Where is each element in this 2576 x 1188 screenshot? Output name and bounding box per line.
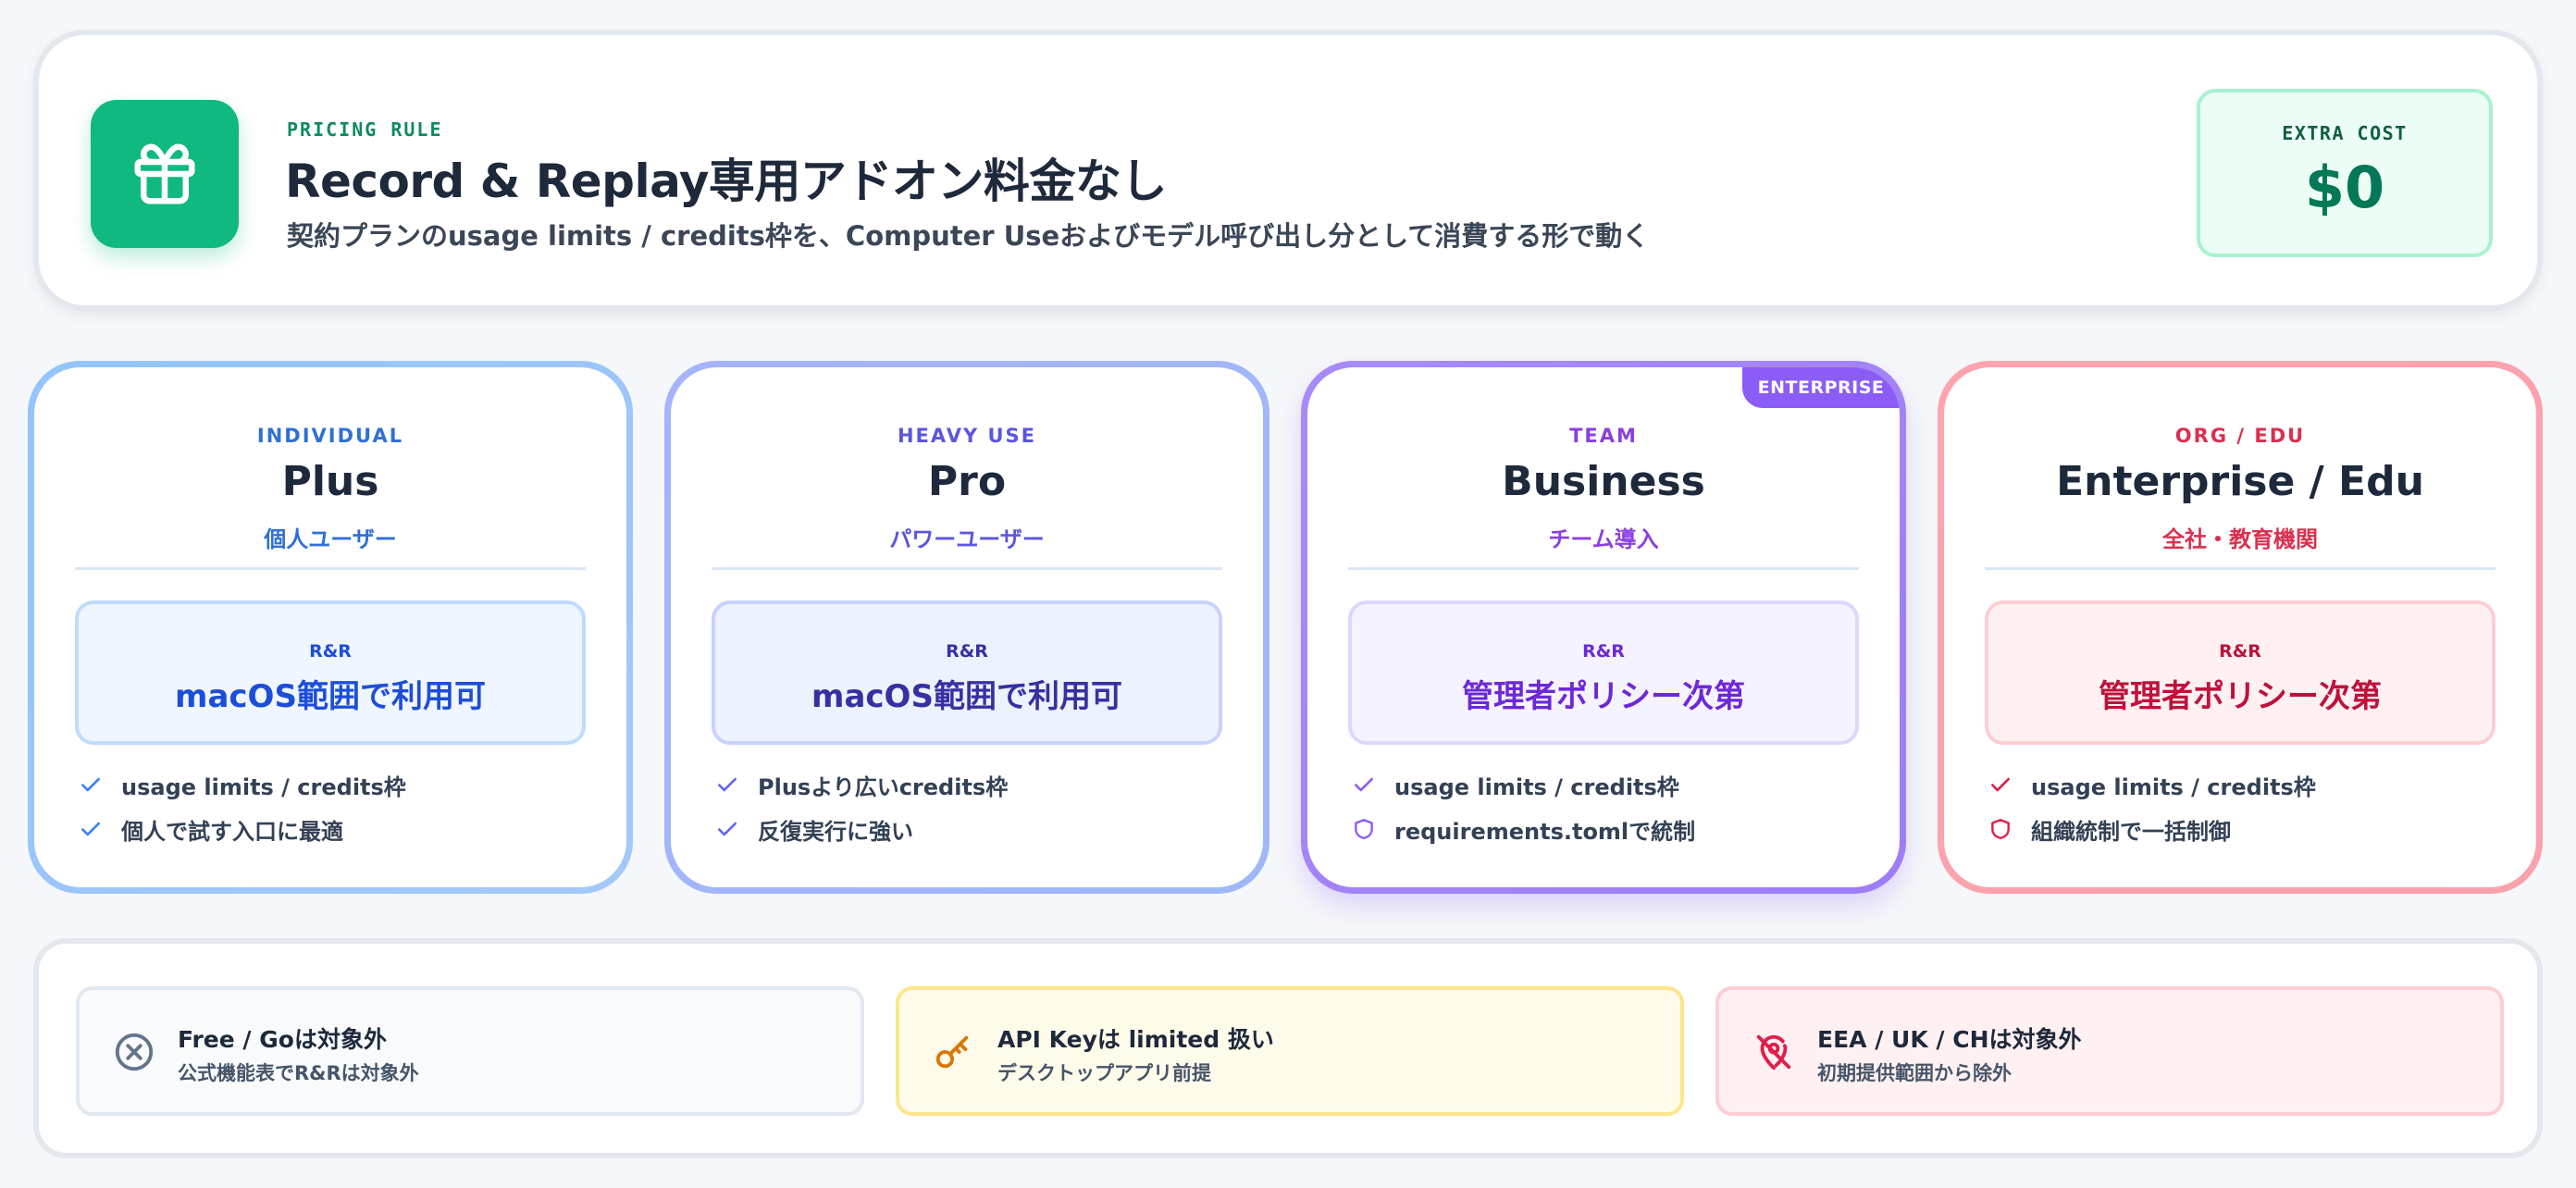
rr-label: R&R	[1582, 641, 1625, 662]
plan-card-business: ENTERPRISE TEAM Business チーム導入 R&R 管理者ポリ…	[1301, 361, 1906, 894]
feature-item: requirements.tomlで統制	[1350, 813, 1695, 845]
feature-item: usage limits / credits枠	[77, 769, 406, 800]
note-subtitle: デスクトップアプリ前提	[997, 1062, 1211, 1084]
divider	[75, 567, 586, 570]
extra-cost-value: $0	[2304, 154, 2385, 221]
plan-name: Plus	[281, 458, 379, 505]
check-icon	[1350, 771, 1378, 798]
plan-subtitle: パワーユーザー	[889, 526, 1045, 552]
pricing-rule-banner: PRICING RULE Record & Replay専用アドオン料金なし 契…	[33, 30, 2543, 311]
feature-text: Plusより広いcredits枠	[758, 773, 1009, 800]
plan-kicker: HEAVY USE	[897, 425, 1037, 447]
note-api-key: API Keyは limited 扱い デスクトップアプリ前提	[896, 986, 1684, 1116]
feature-text: 組織統制で一括制御	[2031, 818, 2231, 845]
feature-item: Plusより広いcredits枠	[713, 769, 1008, 800]
plan-kicker: ORG / EDU	[2174, 425, 2306, 447]
rr-status-box: R&R macOS範囲で利用可	[712, 600, 1222, 745]
note-title: Free / Goは対象外	[178, 1026, 387, 1053]
rr-value: 管理者ポリシー次第	[1462, 678, 1745, 715]
feature-text: usage limits / credits枠	[121, 773, 406, 800]
plan-kicker: INDIVIDUAL	[256, 425, 404, 447]
location-off-icon	[1751, 1029, 1797, 1075]
enterprise-ribbon: ENTERPRISE	[1742, 367, 1900, 408]
plan-kicker: TEAM	[1569, 425, 1638, 447]
plan-card-pro: HEAVY USE Pro パワーユーザー R&R macOS範囲で利用可 Pl…	[664, 361, 1269, 894]
rule-kicker: PRICING RULE	[287, 118, 443, 141]
note-title: API Keyは limited 扱い	[997, 1026, 1274, 1053]
check-icon	[713, 815, 741, 843]
shield-icon	[1350, 815, 1378, 843]
rr-status-box: R&R 管理者ポリシー次第	[1985, 600, 2496, 745]
feature-item: 組織統制で一括制御	[1987, 813, 2231, 845]
feature-item: 反復実行に強い	[713, 813, 913, 845]
plan-subtitle: 全社・教育機関	[2162, 526, 2318, 552]
rr-label: R&R	[2219, 641, 2261, 662]
feature-text: requirements.tomlで統制	[1394, 818, 1696, 845]
feature-item: usage limits / credits枠	[1350, 769, 1679, 800]
shield-icon	[1987, 815, 2014, 843]
rr-value: macOS範囲で利用可	[175, 678, 486, 715]
check-icon	[77, 771, 105, 798]
plan-subtitle: 個人ユーザー	[264, 526, 397, 552]
feature-text: 個人で試す入口に最適	[121, 818, 343, 845]
divider	[1348, 567, 1859, 570]
note-title: EEA / UK / CHは対象外	[1817, 1026, 2082, 1053]
rr-value: 管理者ポリシー次第	[2099, 678, 2382, 715]
extra-cost-label: EXTRA COST	[2282, 122, 2408, 144]
rule-subtitle: 契約プランのusage limits / credits枠を、Computer …	[287, 220, 1650, 252]
rr-status-box: R&R macOS範囲で利用可	[75, 600, 586, 745]
note-free-go: Free / Goは対象外 公式機能表でR&Rは対象外	[76, 986, 864, 1116]
plan-subtitle: チーム導入	[1548, 526, 1659, 552]
gift-icon	[91, 100, 239, 248]
rr-status-box: R&R 管理者ポリシー次第	[1348, 600, 1859, 745]
divider	[1985, 567, 2496, 570]
check-icon	[1987, 771, 2014, 798]
key-icon	[931, 1029, 977, 1075]
notes-panel: Free / Goは対象外 公式機能表でR&Rは対象外 API Keyは lim…	[33, 938, 2543, 1158]
plan-name: Business	[1502, 458, 1705, 505]
rr-label: R&R	[946, 641, 988, 662]
divider	[712, 567, 1222, 570]
extra-cost-box: EXTRA COST $0	[2197, 89, 2493, 257]
feature-item: 個人で試す入口に最適	[77, 813, 343, 845]
feature-text: usage limits / credits枠	[2031, 773, 2316, 800]
page-title: Record & Replay専用アドオン料金なし	[285, 155, 1167, 208]
x-circle-icon	[111, 1029, 157, 1075]
plan-card-plus: INDIVIDUAL Plus 個人ユーザー R&R macOS範囲で利用可 u…	[28, 361, 633, 894]
feature-text: 反復実行に強い	[758, 818, 913, 845]
note-region-exclusion: EEA / UK / CHは対象外 初期提供範囲から除外	[1715, 986, 2504, 1116]
check-icon	[713, 771, 741, 798]
feature-text: usage limits / credits枠	[1394, 773, 1679, 800]
note-subtitle: 初期提供範囲から除外	[1817, 1062, 2012, 1084]
check-icon	[77, 815, 105, 843]
plan-name: Enterprise / Edu	[2056, 458, 2424, 505]
rr-value: macOS範囲で利用可	[811, 678, 1122, 715]
rr-label: R&R	[309, 641, 352, 662]
note-subtitle: 公式機能表でR&Rは対象外	[178, 1062, 419, 1084]
plan-card-enterprise-edu: ORG / EDU Enterprise / Edu 全社・教育機関 R&R 管…	[1938, 361, 2543, 894]
plan-name: Pro	[927, 458, 1007, 505]
feature-item: usage limits / credits枠	[1987, 769, 2316, 800]
